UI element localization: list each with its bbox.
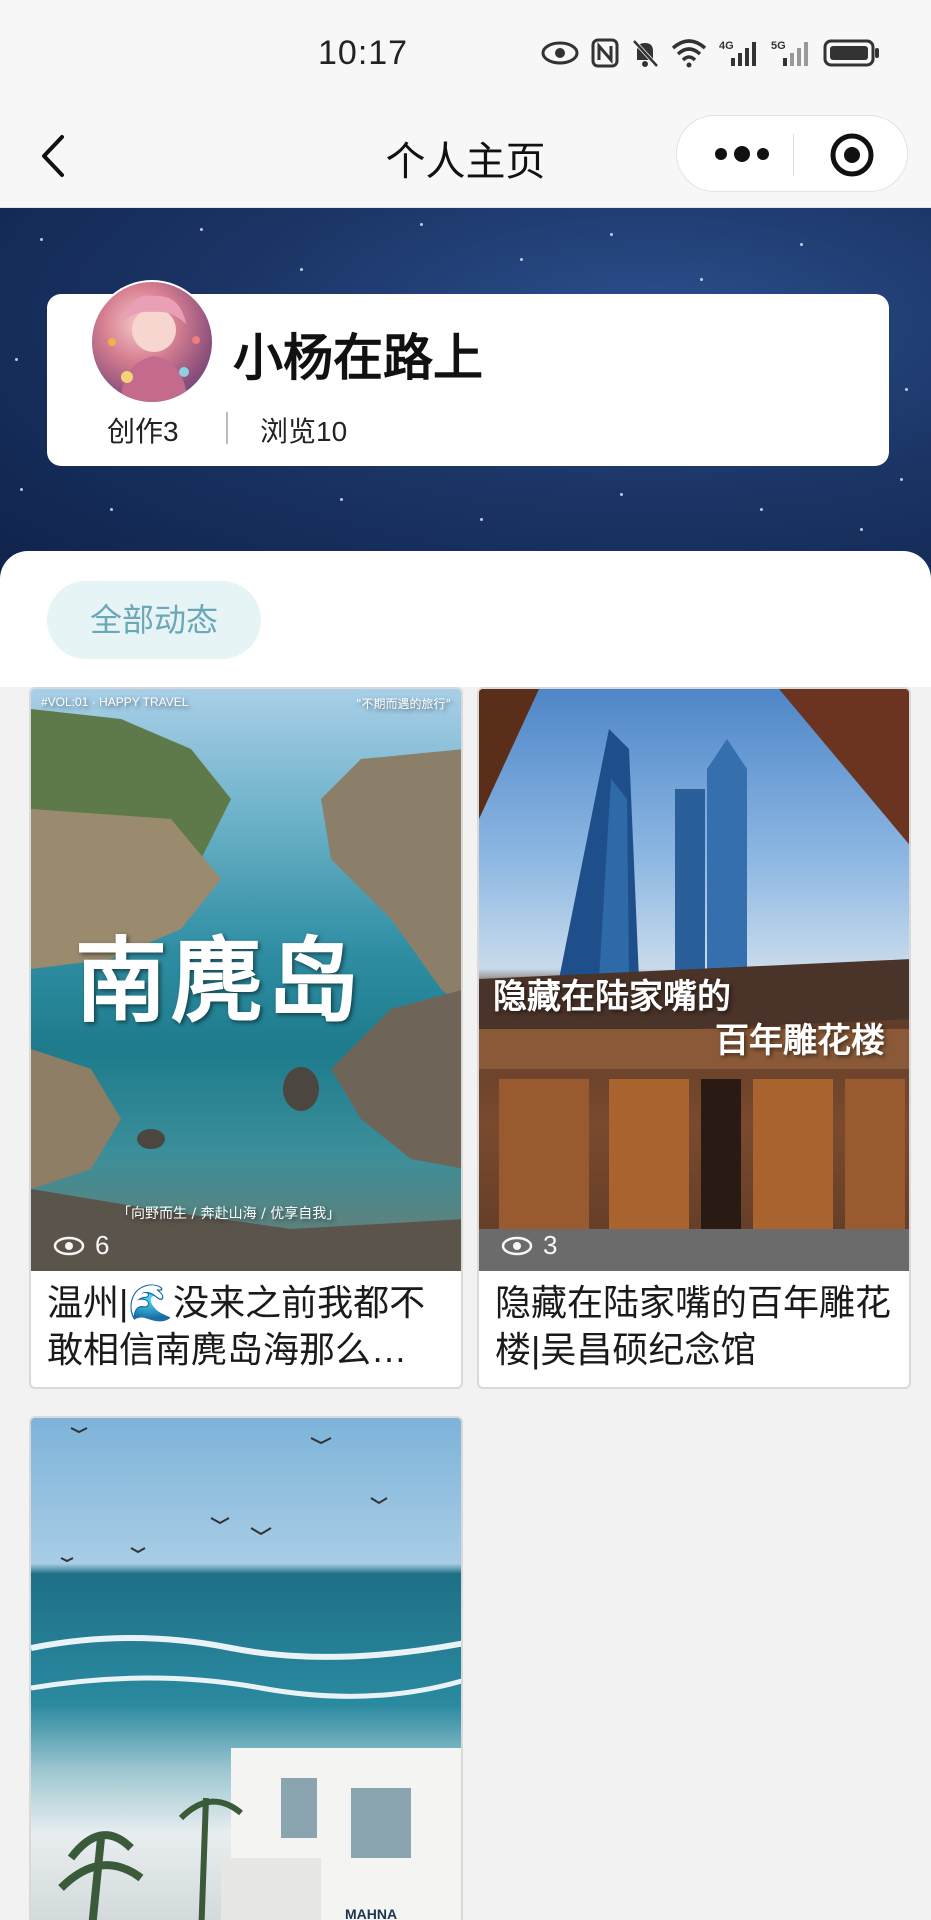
mute-bell-icon bbox=[631, 38, 659, 68]
stat-divider bbox=[226, 412, 228, 444]
house-sign-text: MAHNA bbox=[345, 1906, 398, 1920]
signal-5g-label: 5G bbox=[771, 40, 786, 52]
target-circle-icon bbox=[830, 133, 874, 177]
cover-title-line1: 隐藏在陆家嘴的 bbox=[493, 977, 731, 1017]
more-dots-icon bbox=[715, 146, 769, 162]
view-count: 3 bbox=[543, 1230, 558, 1260]
capsule-divider bbox=[793, 134, 794, 176]
cover-title-line2: 百年雕花楼 bbox=[715, 1021, 885, 1061]
nav-bar: 个人主页 bbox=[0, 105, 931, 208]
avatar-illustration bbox=[108, 295, 200, 402]
works-count[interactable]: 创作3 bbox=[107, 410, 179, 450]
close-miniprogram-button[interactable] bbox=[827, 130, 877, 180]
views-count[interactable]: 浏览10 bbox=[260, 410, 347, 450]
post-card[interactable]: 隐藏在陆家嘴的 百年雕花楼 3 隐藏在陆家嘴的百年雕花楼|吴昌硕纪念馆 bbox=[477, 687, 911, 1389]
post-cover-image: 隐藏在陆家嘴的 百年雕花楼 3 bbox=[479, 689, 909, 1271]
signal-5g-icon: 5G bbox=[771, 38, 811, 68]
post-cover-image: #VOL:01 · HAPPY TRAVEL "不期而遇的旅行" 南麂岛 「向野… bbox=[31, 689, 461, 1271]
post-card[interactable]: #VOL:01 · HAPPY TRAVEL "不期而遇的旅行" 南麂岛 「向野… bbox=[29, 687, 463, 1389]
nfc-icon bbox=[591, 38, 619, 68]
status-time: 10:17 bbox=[318, 34, 409, 72]
post-cover-image: MAHNA bbox=[31, 1418, 461, 1920]
profile-name: 小杨在路上 bbox=[233, 330, 483, 386]
eye-icon bbox=[53, 1236, 85, 1255]
eye-icon bbox=[541, 38, 579, 68]
cover-caption-bottom: 「向野而生 / 奔赴山海 / 优享自我」 bbox=[117, 1206, 341, 1222]
wifi-icon bbox=[671, 38, 707, 68]
view-count-badge: 6 bbox=[53, 1230, 109, 1261]
view-count-badge: 3 bbox=[501, 1230, 557, 1261]
status-bar: 10:17 4G 5G bbox=[0, 0, 931, 105]
eye-icon bbox=[501, 1236, 533, 1255]
miniprogram-capsule bbox=[676, 115, 908, 192]
avatar[interactable] bbox=[90, 280, 214, 404]
cover-caption-top-right: "不期而遇的旅行" bbox=[355, 697, 451, 711]
battery-icon bbox=[823, 38, 881, 68]
cover-caption-top-left: #VOL:01 · HAPPY TRAVEL bbox=[41, 695, 189, 709]
post-card[interactable]: MAHNA bbox=[29, 1416, 463, 1920]
signal-4g-label: 4G bbox=[719, 40, 734, 52]
seaside-house-art bbox=[31, 1427, 461, 1920]
status-icons: 4G 5G bbox=[541, 38, 881, 68]
view-count: 6 bbox=[95, 1230, 110, 1260]
tab-all-posts[interactable]: 全部动态 bbox=[47, 581, 261, 659]
signal-4g-icon: 4G bbox=[719, 38, 759, 68]
post-title: 温州|🌊没来之前我都不敢相信南麂岛海那么… bbox=[47, 1282, 426, 1370]
post-title: 隐藏在陆家嘴的百年雕花楼|吴昌硕纪念馆 bbox=[495, 1282, 892, 1370]
more-button[interactable] bbox=[707, 134, 777, 174]
cover-title-nanji: 南麂岛 bbox=[75, 927, 364, 1035]
